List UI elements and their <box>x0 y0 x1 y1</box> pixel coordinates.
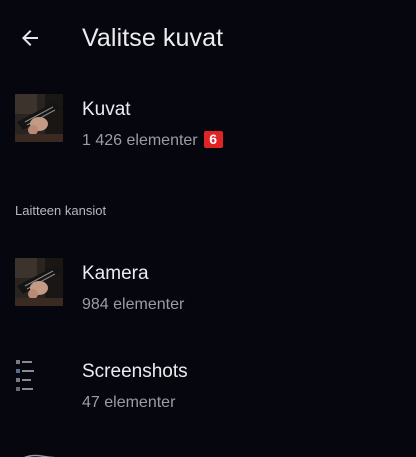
app-bar: Valitse kuvat <box>0 0 416 76</box>
album-count: 1 426 elementer 6 <box>82 130 223 152</box>
back-button[interactable] <box>8 16 52 60</box>
folder-thumbnail <box>15 258 63 306</box>
folder-item-screenshots[interactable]: Screenshots 47 elementer <box>0 340 416 426</box>
arrow-back-icon <box>22 30 38 46</box>
folder-thumbnail <box>15 356 63 404</box>
page-title: Valitse kuvat <box>82 24 224 52</box>
section-header: Laitteen kansiot <box>15 203 107 218</box>
folder-thumbnail-partial[interactable] <box>15 448 63 457</box>
album-name: Kuvat <box>82 99 131 120</box>
folder-name: Screenshots <box>82 361 188 382</box>
badge-icon: 6 <box>203 131 223 148</box>
folder-count: 984 elementer <box>82 296 185 313</box>
folder-count: 47 elementer <box>82 394 176 411</box>
album-item-kuvat[interactable]: Kuvat 1 426 elementer 6 <box>0 78 416 164</box>
folder-item-kamera[interactable]: Kamera 984 elementer <box>0 242 416 328</box>
folder-name: Kamera <box>82 263 149 284</box>
album-thumbnail <box>15 94 63 142</box>
album-count-text: 1 426 elementer <box>82 132 198 149</box>
